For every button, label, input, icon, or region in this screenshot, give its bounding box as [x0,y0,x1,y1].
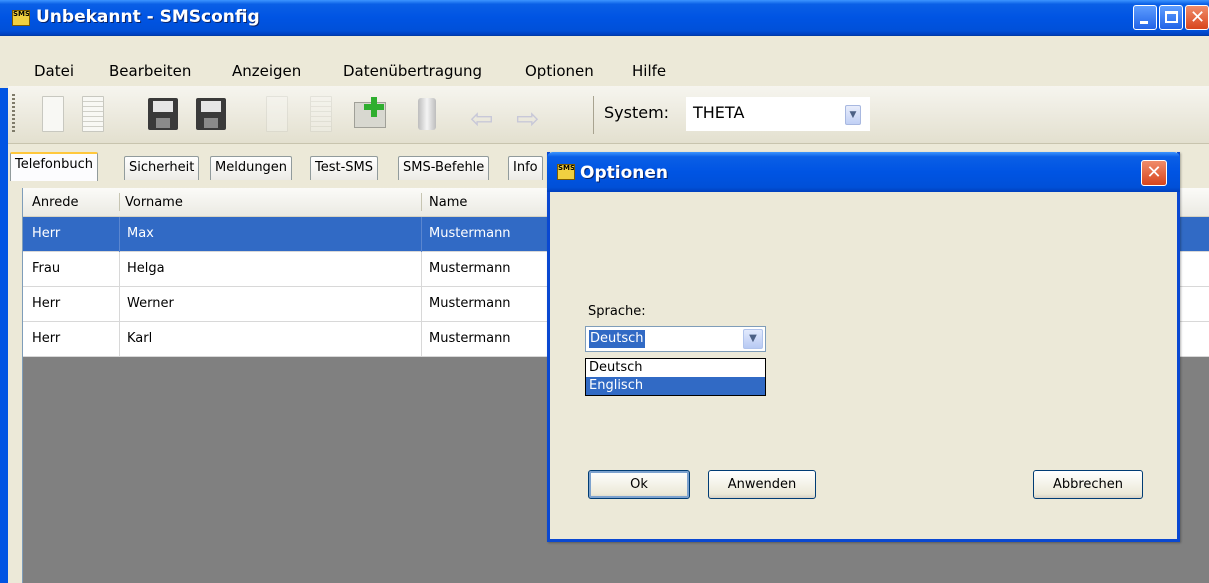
cell-anrede: Herr [32,296,61,311]
column-divider[interactable] [119,193,120,211]
column-header-anrede[interactable]: Anrede [32,195,78,210]
save-as-button[interactable] [190,94,228,136]
sms-config-dialog-icon: SMS [557,164,575,180]
menu-optionen[interactable]: Optionen [525,62,594,80]
cell-vorname: Werner [127,296,174,311]
apply-button[interactable]: Anwenden [708,470,816,499]
add-entry-button[interactable] [350,94,388,136]
open-button[interactable] [74,94,112,136]
column-header-name[interactable]: Name [429,195,467,210]
chevron-down-icon[interactable]: ▼ [845,105,861,125]
language-select[interactable]: Deutsch ▼ [585,326,766,352]
tab-sms-befehle[interactable]: SMS-Befehle [398,156,490,180]
minimize-icon [1140,21,1148,24]
toolbar-separator [593,96,594,134]
title-bar[interactable]: SMS Unbekannt - SMSconfig ✕ [0,0,1209,36]
back-button[interactable]: ⇦ [468,94,506,136]
cell-name: Mustermann [429,261,511,276]
cell-divider [119,217,120,252]
new-button[interactable] [34,94,72,136]
cell-divider [421,252,422,287]
options-dialog: SMS Optionen ✕ Sprache: Deutsch ▼ Deutsc… [547,152,1180,542]
cell-divider [421,217,422,252]
menu-datei[interactable]: Datei [34,62,74,80]
cell-anrede: Herr [32,226,61,241]
system-select-value: THETA [693,103,745,122]
menu-datenuebertragung[interactable]: Datenübertragung [343,62,482,80]
toolbar-grip[interactable] [12,94,15,134]
tab-test-sms[interactable]: Test-SMS [310,156,379,180]
cancel-button[interactable]: Abbrechen [1033,470,1143,499]
new-document-icon [42,96,64,132]
copy-button[interactable] [258,94,296,136]
cell-anrede: Herr [32,331,61,346]
paste-icon [310,96,332,132]
cell-name: Mustermann [429,296,511,311]
copy-icon [266,96,288,132]
cell-divider [119,287,120,322]
tab-meldungen[interactable]: Meldungen [210,156,293,180]
close-button[interactable]: ✕ [1185,5,1209,30]
add-entry-icon [354,97,386,128]
cell-anrede: Frau [32,261,61,276]
language-label: Sprache: [588,304,646,319]
cell-vorname: Karl [127,331,153,346]
back-arrow-icon: ⇦ [470,102,494,135]
dialog-close-button[interactable]: ✕ [1141,160,1167,186]
system-select[interactable]: THETA ▼ [686,97,870,131]
open-document-icon [82,96,104,132]
language-option-deutsch[interactable]: Deutsch [586,359,765,377]
language-option-englisch[interactable]: Englisch [586,377,765,395]
cell-name: Mustermann [429,226,511,241]
save-button[interactable] [142,94,180,136]
menu-bearbeiten[interactable]: Bearbeiten [109,62,191,80]
cell-divider [421,287,422,322]
cell-vorname: Max [127,226,154,241]
system-label: System: [604,103,670,122]
cell-divider [421,322,422,357]
menu-anzeigen[interactable]: Anzeigen [232,62,301,80]
language-dropdown-list: Deutsch Englisch [585,358,766,396]
delete-bin-icon [418,98,436,130]
maximize-button[interactable] [1159,5,1183,30]
language-select-value: Deutsch [589,330,645,348]
forward-button[interactable]: ⇨ [514,94,552,136]
cell-vorname: Helga [127,261,165,276]
forward-arrow-icon: ⇨ [516,102,540,135]
tab-sicherheit[interactable]: Sicherheit [124,156,200,180]
toolbar: ⇦ ⇨ System: THETA ▼ [8,86,1209,144]
close-icon: ✕ [1146,162,1162,183]
save-disk-icon [148,98,178,130]
tab-telefonbuch[interactable]: Telefonbuch [10,152,98,181]
cell-divider [119,322,120,357]
delete-button[interactable] [408,94,446,136]
paste-button[interactable] [302,94,340,136]
menu-hilfe[interactable]: Hilfe [632,62,666,80]
close-icon: ✕ [1190,7,1206,28]
sms-config-app-icon: SMS [12,10,30,26]
cell-name: Mustermann [429,331,511,346]
cell-divider [119,252,120,287]
ok-button[interactable]: Ok [588,470,690,499]
dialog-title-bar[interactable]: SMS Optionen ✕ [547,152,1180,192]
window-title: Unbekannt - SMSconfig [36,7,260,27]
save-as-disk-icon [196,98,226,130]
chevron-down-icon[interactable]: ▼ [743,329,763,349]
dialog-body: Sprache: Deutsch ▼ Deutsch Englisch Ok A… [550,192,1177,539]
column-header-vorname[interactable]: Vorname [125,195,183,210]
tab-info[interactable]: Info [508,156,543,180]
minimize-button[interactable] [1133,5,1157,30]
dialog-title: Optionen [580,163,668,183]
window-left-border [0,36,8,583]
maximize-icon [1165,11,1178,23]
main-window: SMS Unbekannt - SMSconfig ✕ Datei Bearbe… [0,0,1209,583]
column-divider[interactable] [421,193,422,211]
